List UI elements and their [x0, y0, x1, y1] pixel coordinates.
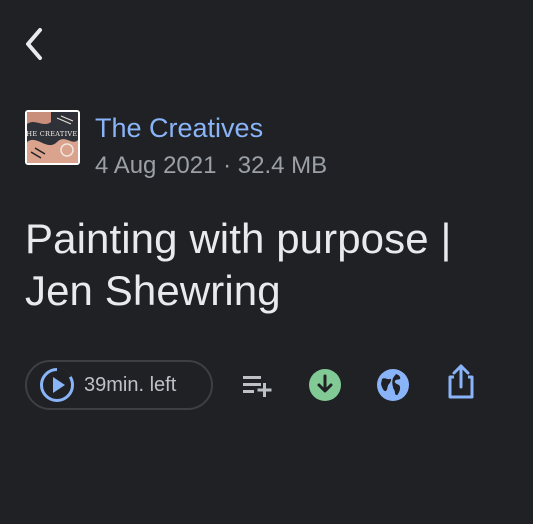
download-icon: [309, 369, 341, 401]
svg-text:THE CREATIVES: THE CREATIVES: [27, 130, 78, 138]
time-left-label: 39min. left: [84, 373, 177, 396]
share-button[interactable]: [441, 362, 481, 402]
play-button[interactable]: 39min. left: [25, 360, 213, 410]
website-button[interactable]: [373, 365, 413, 405]
share-icon: [448, 364, 474, 399]
download-button[interactable]: [305, 365, 345, 405]
podcast-meta: The Creatives 4 Aug 2021 · 32.4 MB: [95, 110, 327, 181]
meta-separator: ·: [223, 152, 232, 179]
podcast-artwork-image: THE CREATIVES: [27, 112, 78, 163]
podcast-header: THE CREATIVES The Creatives 4 Aug 2021 ·…: [25, 110, 327, 181]
play-progress-icon: [40, 367, 74, 402]
episode-controls: 39min. left: [25, 358, 495, 412]
add-to-queue-icon: [243, 376, 272, 397]
add-to-queue-button[interactable]: [238, 365, 278, 405]
podcast-artwork[interactable]: THE CREATIVES: [25, 110, 80, 165]
episode-date: 4 Aug 2021: [95, 152, 217, 179]
episode-title: Painting with purpose | Jen Shewring: [25, 215, 452, 314]
podcast-name-link[interactable]: The Creatives: [95, 111, 327, 145]
globe-icon: [377, 369, 409, 401]
back-button[interactable]: [14, 22, 54, 66]
episode-size: 32.4 MB: [237, 152, 328, 179]
episode-page: THE CREATIVES The Creatives 4 Aug 2021 ·…: [0, 0, 533, 524]
chevron-left-icon: [26, 28, 42, 60]
episode-meta-line: 4 Aug 2021 · 32.4 MB: [95, 151, 327, 181]
